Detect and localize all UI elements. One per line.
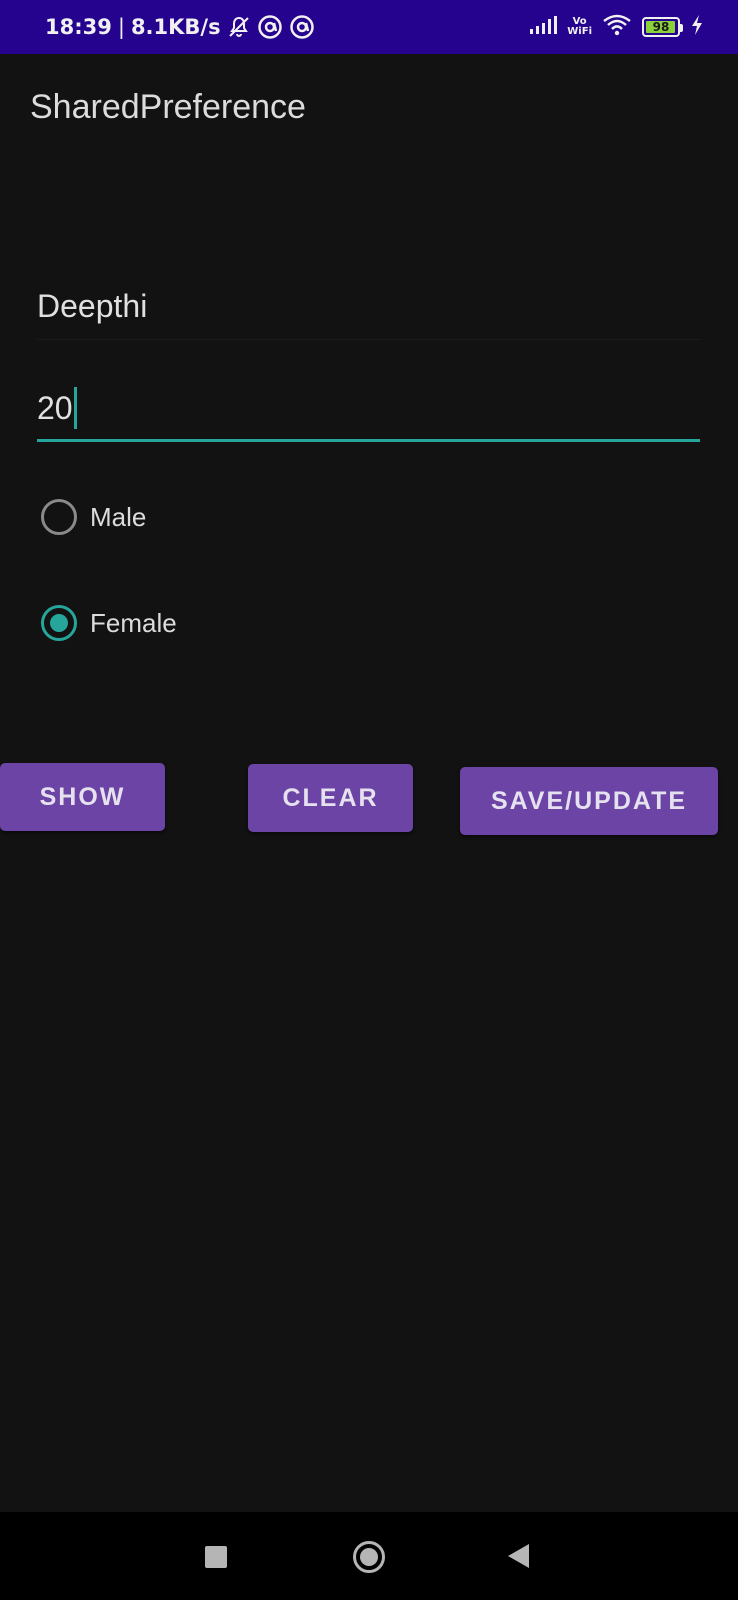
age-input-underline (37, 439, 700, 442)
status-separator: | (117, 15, 125, 39)
bell-off-icon (227, 15, 251, 39)
wifi-icon (602, 14, 632, 41)
status-bar: 18:39 | 8.1KB/s Vo WiFi 98 (0, 0, 738, 54)
radio-female[interactable]: Female (41, 605, 177, 641)
navigation-bar (0, 1512, 738, 1600)
radio-male[interactable]: Male (41, 499, 146, 535)
vowifi-icon: Vo WiFi (567, 17, 592, 37)
radio-female-circle (41, 605, 77, 641)
radio-female-label: Female (90, 607, 177, 638)
status-bar-left: 18:39 | 8.1KB/s (45, 0, 315, 54)
name-input-underline (37, 339, 700, 340)
battery-level: 98 (652, 20, 670, 34)
radio-female-dot (50, 614, 68, 632)
age-input-value: 20 (37, 389, 73, 426)
recents-square-icon[interactable] (205, 1546, 227, 1568)
charging-bolt-icon (690, 14, 704, 41)
status-time: 18:39 (45, 15, 112, 39)
battery-icon: 98 (642, 17, 683, 37)
at-sign-icon (289, 14, 315, 40)
age-input-row: 20 (37, 387, 700, 429)
name-input[interactable]: Deepthi (37, 288, 700, 340)
back-triangle-icon[interactable] (508, 1544, 529, 1568)
app-title: SharedPreference (30, 88, 306, 126)
age-input[interactable]: 20 (37, 387, 700, 443)
status-bar-right: Vo WiFi 98 (529, 0, 704, 54)
at-sign-icon (257, 14, 283, 40)
text-cursor (73, 387, 77, 429)
save-update-button[interactable]: SAVE/UPDATE (460, 767, 718, 835)
name-input-value: Deepthi (37, 288, 148, 324)
battery-nub (680, 24, 683, 32)
home-circle-icon[interactable] (353, 1541, 385, 1573)
radio-male-circle (41, 499, 77, 535)
radio-male-label: Male (90, 501, 147, 532)
home-circle-inner (360, 1548, 378, 1566)
vowifi-bottom: WiFi (567, 26, 592, 37)
clear-button[interactable]: CLEAR (248, 764, 413, 832)
status-network-speed: 8.1KB/s (130, 15, 221, 39)
show-button[interactable]: SHOW (0, 763, 165, 831)
signal-icon (529, 15, 558, 40)
